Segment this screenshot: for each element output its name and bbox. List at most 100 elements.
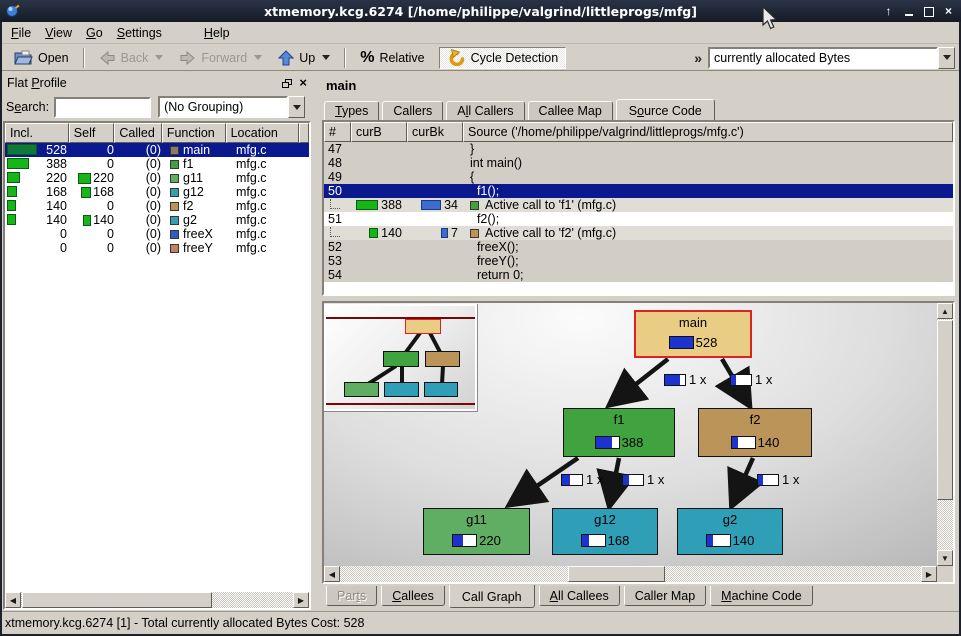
- cost-bar: [581, 534, 606, 547]
- forward-button[interactable]: Forward: [171, 47, 270, 69]
- node-label: g11: [424, 512, 529, 527]
- menu-settings[interactable]: Settings: [110, 24, 169, 42]
- grouping-select[interactable]: (No Grouping): [158, 96, 305, 118]
- cycle-detection-button[interactable]: Cycle Detection: [439, 47, 567, 69]
- function-tabs: Types Callers All Callers Callee Map Sou…: [324, 97, 718, 121]
- table-row-g2[interactable]: 140 140 (0) g2 mfg.c: [5, 213, 309, 227]
- source-row[interactable]: 51 f2();: [324, 212, 953, 226]
- call-graph-canvas[interactable]: main 528 f1 388 f2 140 g11 220 g12 168 g…: [324, 303, 937, 566]
- tab-callees[interactable]: Callees: [381, 586, 445, 606]
- source-row[interactable]: 54 return 0;: [324, 268, 953, 282]
- menu-go[interactable]: Go: [79, 24, 110, 42]
- scrollbar-thumb: [22, 592, 212, 608]
- graph-node-main[interactable]: main 528: [634, 310, 752, 358]
- source-row[interactable]: 49 {: [324, 170, 953, 184]
- column-header-curB[interactable]: curB: [351, 122, 407, 142]
- tab-caller-map[interactable]: Caller Map: [624, 586, 706, 606]
- scroll-down-icon: ▼: [937, 550, 953, 566]
- tab-all-callees[interactable]: All Callees: [539, 586, 620, 606]
- float-panel-icon[interactable]: [282, 79, 292, 88]
- graph-node-g12[interactable]: g12 168: [552, 508, 658, 555]
- flat-profile-hscrollbar[interactable]: ◀ ▶: [5, 592, 309, 608]
- tab-all-callers[interactable]: All Callers: [446, 101, 524, 121]
- scroll-up-icon: ▲: [937, 303, 953, 319]
- graph-node-f2[interactable]: f2 140: [698, 408, 812, 457]
- panel-title: Flat Profile: [7, 76, 67, 90]
- graph-vscrollbar[interactable]: ▲ ▼: [937, 303, 953, 566]
- table-row-main[interactable]: 528 0 (0) main mfg.c: [5, 143, 309, 157]
- source-row[interactable]: 48 int main(): [324, 156, 953, 170]
- node-label: g12: [553, 512, 657, 527]
- function-color-swatch: [170, 202, 179, 211]
- graph-node-g11[interactable]: g11 220: [423, 508, 530, 555]
- tab-call-graph[interactable]: Call Graph: [449, 585, 535, 608]
- search-input[interactable]: [54, 97, 151, 118]
- column-header-incl[interactable]: Incl.: [5, 123, 69, 143]
- column-header-source[interactable]: Source ('/home/philippe/valgrind/littlep…: [463, 122, 953, 142]
- close-panel-icon[interactable]: ×: [299, 78, 307, 88]
- graph-overview[interactable]: [324, 304, 478, 412]
- window-titlebar[interactable]: xtmemory.kcg.6274 [/home/philippe/valgri…: [0, 0, 961, 22]
- table-row-g11[interactable]: 220 220 (0) g11 mfg.c: [5, 171, 309, 185]
- graph-view-tabs: Parts Callees Call Graph All Callees Cal…: [326, 585, 817, 611]
- edge-label-f1-g11: 1 x: [561, 472, 603, 487]
- table-row-f1[interactable]: 388 0 (0) f1 mfg.c: [5, 157, 309, 171]
- menu-view[interactable]: View: [38, 24, 79, 42]
- table-row-freeY[interactable]: 0 0 (0) freeY mfg.c: [5, 241, 309, 255]
- percent-icon: %: [360, 49, 374, 67]
- back-arrow-icon: [99, 50, 116, 66]
- mouse-cursor: [762, 6, 780, 32]
- node-value: 140: [733, 533, 755, 548]
- metric-select[interactable]: currently allocated Bytes: [708, 47, 955, 69]
- graph-hscrollbar[interactable]: ◀ ▶: [324, 566, 937, 582]
- count-bar-icon: [421, 200, 441, 210]
- vertical-splitter[interactable]: [311, 72, 322, 611]
- toolbar-overflow-chevron[interactable]: »: [694, 50, 702, 66]
- source-call-row[interactable]: 388 34 Active call to 'f1' (mfg.c): [324, 198, 953, 212]
- search-row: Search: (No Grouping): [2, 95, 311, 119]
- column-header-self[interactable]: Self: [69, 123, 115, 143]
- tree-branch-icon: [330, 199, 340, 209]
- scrollbar-thumb: [568, 566, 665, 582]
- app-window: { "window": { "title": "xtmemory.kcg.627…: [0, 0, 961, 636]
- chevron-down-icon: [293, 105, 301, 110]
- menu-help[interactable]: Help: [197, 24, 237, 42]
- column-header-line[interactable]: #: [324, 122, 351, 142]
- source-row[interactable]: 47 }: [324, 142, 953, 156]
- graph-node-g2[interactable]: g2 140: [677, 508, 783, 555]
- table-row-f2[interactable]: 140 0 (0) f2 mfg.c: [5, 199, 309, 213]
- back-dropdown-icon: [155, 55, 163, 60]
- tab-machine-code[interactable]: Machine Code: [710, 586, 813, 606]
- menubar: File View Go Settings Help: [0, 22, 961, 44]
- cycle-arrow-icon: [447, 49, 466, 66]
- maximize-button[interactable]: [922, 0, 935, 22]
- table-row-g12[interactable]: 168 168 (0) g12 mfg.c: [5, 185, 309, 199]
- source-row[interactable]: 53 freeY();: [324, 254, 953, 268]
- flat-profile-column-headers: Incl. Self Called Function Location: [5, 123, 309, 143]
- node-label: main: [636, 315, 750, 330]
- column-header-called[interactable]: Called: [114, 123, 161, 143]
- tab-types[interactable]: Types: [324, 101, 379, 121]
- cost-bar-icon: [369, 228, 378, 238]
- column-header-function[interactable]: Function: [162, 123, 226, 143]
- tab-callers[interactable]: Callers: [382, 101, 443, 121]
- shade-button[interactable]: ↑: [882, 0, 895, 22]
- graph-node-f1[interactable]: f1 388: [563, 408, 675, 457]
- up-button[interactable]: Up: [270, 47, 338, 69]
- minimize-button[interactable]: [902, 0, 915, 22]
- tab-callee-map[interactable]: Callee Map: [528, 101, 613, 121]
- source-row-selected[interactable]: 50 f1();: [324, 184, 953, 198]
- edge-label-f1-g12: 1 x: [622, 472, 664, 487]
- source-call-row[interactable]: 140 7 Active call to 'f2' (mfg.c): [324, 226, 953, 240]
- back-button[interactable]: Back: [91, 47, 172, 69]
- column-header-location[interactable]: Location: [226, 123, 299, 143]
- source-row[interactable]: 52 freeX();: [324, 240, 953, 254]
- relative-button[interactable]: % Relative: [352, 47, 432, 69]
- overview-node-g12: [384, 382, 419, 397]
- open-button[interactable]: Open: [5, 47, 77, 69]
- tab-source-code[interactable]: Source Code: [616, 99, 715, 122]
- table-row-freeX[interactable]: 0 0 (0) freeX mfg.c: [5, 227, 309, 241]
- column-header-curBk[interactable]: curBk: [407, 122, 463, 142]
- menu-file[interactable]: File: [4, 24, 38, 42]
- close-button[interactable]: ×: [942, 0, 955, 22]
